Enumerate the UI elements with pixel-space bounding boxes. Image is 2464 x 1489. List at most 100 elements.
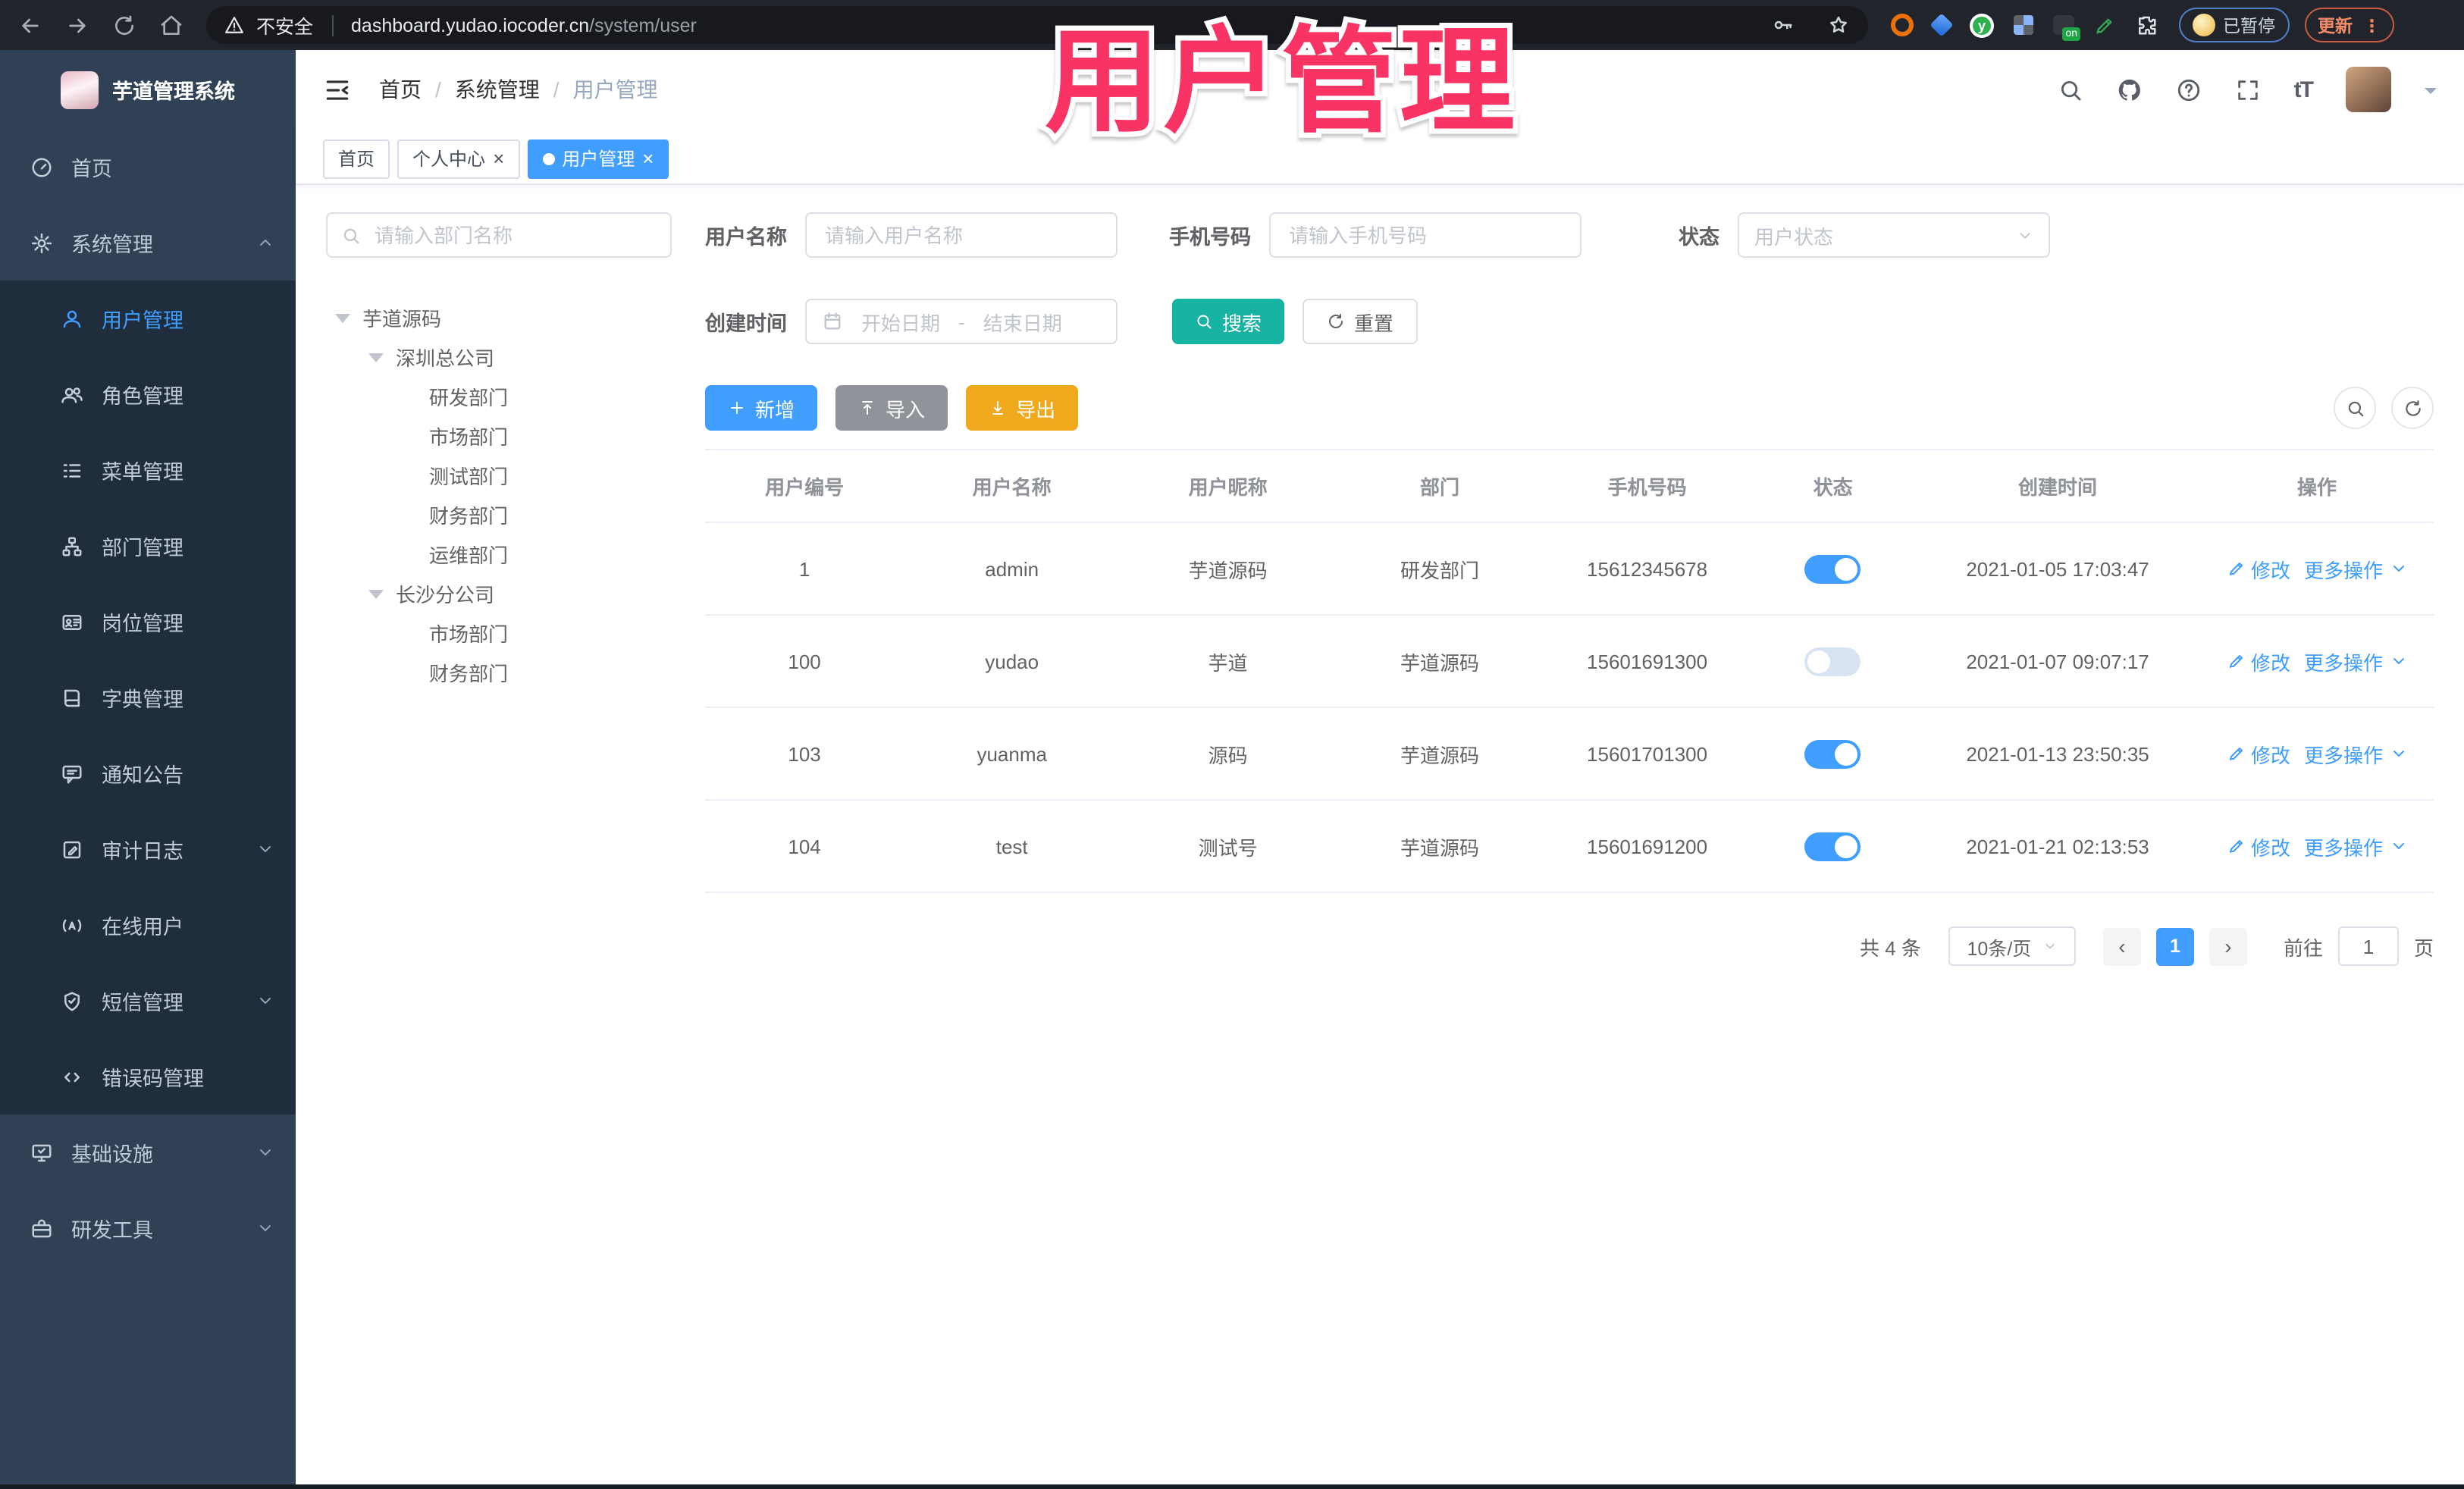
- tree-node[interactable]: 测试部门: [326, 455, 672, 494]
- sidebar-item-notice[interactable]: 通知公告: [0, 735, 296, 811]
- tab-user-mgmt[interactable]: 用户管理: [527, 139, 669, 178]
- caret-down-icon[interactable]: [368, 588, 396, 598]
- bookmark-star-icon[interactable]: [1827, 14, 1850, 36]
- sidebar-item-error-code[interactable]: 错误码管理: [0, 1039, 296, 1114]
- more-actions-link[interactable]: 更多操作: [2304, 647, 2407, 676]
- next-page-button[interactable]: [2209, 927, 2247, 965]
- sidebar-item-dict-mgmt[interactable]: 字典管理: [0, 660, 296, 735]
- user-avatar[interactable]: [2346, 67, 2391, 112]
- puzzle-extensions-icon[interactable]: [2135, 14, 2158, 36]
- export-button[interactable]: 导出: [966, 385, 1079, 431]
- column-header: 用户昵称: [1188, 476, 1268, 499]
- search-button[interactable]: 搜索: [1172, 299, 1285, 344]
- sidebar-item-post-mgmt[interactable]: 岗位管理: [0, 584, 296, 660]
- tree-node[interactable]: 芋道源码: [326, 297, 672, 337]
- tab-profile[interactable]: 个人中心: [397, 139, 520, 178]
- avatar-caret-icon[interactable]: [2425, 88, 2437, 100]
- orange-ring-extension-icon[interactable]: [1891, 14, 1914, 36]
- edit-user-link[interactable]: 修改: [2227, 739, 2290, 768]
- tree-node[interactable]: 运维部门: [326, 534, 672, 573]
- tab-home[interactable]: 首页: [323, 139, 390, 178]
- refresh-table-button[interactable]: [2391, 387, 2434, 429]
- chevron-down-icon: [256, 1219, 274, 1237]
- search-icon: [2345, 398, 2365, 418]
- table-header-row: 用户编号 用户名称 用户昵称 部门 手机号码 状态 创建时间 操作: [705, 450, 2434, 523]
- tree-node[interactable]: 研发部门: [326, 376, 672, 415]
- forward-icon[interactable]: [65, 13, 89, 37]
- close-icon[interactable]: [642, 149, 654, 168]
- sidebar-item-audit-log[interactable]: 审计日志: [0, 811, 296, 887]
- browser-menu-icon[interactable]: [2363, 14, 2381, 36]
- back-icon[interactable]: [18, 13, 42, 37]
- sidebar-item-menu-mgmt[interactable]: 菜单管理: [0, 432, 296, 508]
- breadcrumb-item[interactable]: 系统管理: [422, 74, 540, 105]
- tree-node[interactable]: 财务部门: [326, 494, 672, 534]
- sidebar-item-user-mgmt[interactable]: 用户管理: [0, 281, 296, 356]
- reload-icon[interactable]: [112, 13, 136, 37]
- help-icon[interactable]: [2176, 77, 2202, 102]
- reset-button[interactable]: 重置: [1303, 299, 1419, 344]
- breadcrumb-item[interactable]: 首页: [379, 74, 422, 105]
- grid-extension-icon[interactable]: [2014, 15, 2033, 35]
- search-icon[interactable]: [2058, 77, 2083, 102]
- status-select[interactable]: 用户状态: [1738, 212, 2050, 258]
- dept-search-input[interactable]: [371, 222, 657, 248]
- edit-user-link[interactable]: 修改: [2227, 832, 2290, 860]
- font-size-icon[interactable]: tT: [2294, 77, 2314, 102]
- users-icon: [61, 383, 83, 406]
- edit-user-link[interactable]: 修改: [2227, 647, 2290, 676]
- status-toggle[interactable]: [1804, 647, 1861, 676]
- sidebar-item-infrastructure[interactable]: 基础设施: [0, 1114, 296, 1190]
- pencil-icon: [2227, 560, 2245, 578]
- column-header: 用户编号: [765, 476, 845, 499]
- app-logo[interactable]: 芋道管理系统: [0, 50, 296, 129]
- more-actions-link[interactable]: 更多操作: [2304, 832, 2407, 860]
- tree-node[interactable]: 深圳总公司: [326, 337, 672, 376]
- more-actions-link[interactable]: 更多操作: [2304, 739, 2407, 768]
- username-input[interactable]: [822, 222, 1101, 248]
- status-toggle[interactable]: [1804, 739, 1861, 768]
- table-toolbar: 新增 导入 导出: [705, 385, 2434, 431]
- sidebar-item-sms-mgmt[interactable]: 短信管理: [0, 963, 296, 1039]
- tree-node[interactable]: 市场部门: [326, 415, 672, 455]
- date-range-picker[interactable]: 开始日期 - 结束日期: [805, 299, 1118, 344]
- warning-icon[interactable]: [224, 15, 244, 35]
- github-icon[interactable]: [2117, 77, 2143, 102]
- caret-down-icon[interactable]: [335, 312, 362, 322]
- mobile-input[interactable]: [1286, 222, 1565, 248]
- green-y-extension-icon[interactable]: [1970, 13, 1994, 37]
- edit-user-link[interactable]: 修改: [2227, 554, 2290, 583]
- sidebar-item-home[interactable]: 首页: [0, 129, 296, 205]
- on-badge-extension-icon[interactable]: [2053, 15, 2080, 41]
- status-toggle[interactable]: [1804, 554, 1861, 583]
- more-actions-link[interactable]: 更多操作: [2304, 554, 2407, 583]
- tree-node[interactable]: 市场部门: [326, 613, 672, 652]
- sidebar-item-system[interactable]: 系统管理: [0, 205, 296, 281]
- browser-update-button[interactable]: 更新: [2304, 8, 2394, 42]
- sidebar-item-dept-mgmt[interactable]: 部门管理: [0, 508, 296, 584]
- sidebar-item-online-users[interactable]: 在线用户: [0, 887, 296, 963]
- import-button[interactable]: 导入: [835, 385, 948, 431]
- close-icon[interactable]: [493, 149, 504, 168]
- profile-paused-badge[interactable]: 已暂停: [2179, 8, 2289, 42]
- toggle-search-button[interactable]: [2334, 387, 2376, 429]
- sidebar-item-role-mgmt[interactable]: 角色管理: [0, 356, 296, 432]
- megaphone-icon: [61, 762, 83, 785]
- home-icon[interactable]: [159, 13, 183, 37]
- status-toggle[interactable]: [1804, 832, 1861, 860]
- sidebar-item-dev-tools[interactable]: 研发工具: [0, 1190, 296, 1266]
- sidebar-fold-icon[interactable]: [323, 75, 352, 104]
- tree-node[interactable]: 财务部门: [326, 652, 672, 691]
- goto-page-input[interactable]: [2337, 926, 2399, 966]
- tree-node[interactable]: 长沙分公司: [326, 573, 672, 613]
- edit-log-icon: [61, 838, 83, 860]
- fullscreen-icon[interactable]: [2235, 77, 2261, 102]
- caret-down-icon[interactable]: [368, 351, 396, 362]
- green-pen-extension-icon[interactable]: [2094, 14, 2115, 36]
- page-size-select[interactable]: 10条/页: [1948, 926, 2076, 966]
- current-page[interactable]: 1: [2155, 927, 2194, 965]
- blue-gem-extension-icon[interactable]: [1930, 13, 1954, 37]
- add-user-button[interactable]: 新增: [705, 385, 818, 431]
- password-key-icon[interactable]: [1771, 14, 1794, 36]
- prev-page-button[interactable]: [2102, 927, 2141, 965]
